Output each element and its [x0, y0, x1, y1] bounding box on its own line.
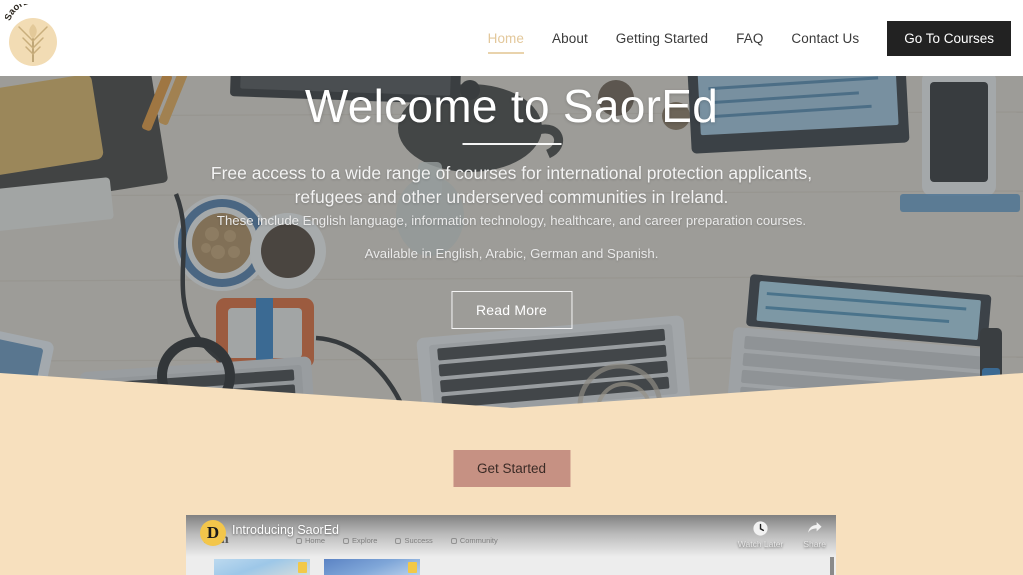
community-icon: [450, 537, 457, 544]
video-player-embed[interactable]: iron Home Explore Success Community: [186, 515, 836, 575]
bg-nav-explore: Explore: [343, 536, 377, 545]
watch-later-button[interactable]: Watch Later: [737, 520, 784, 549]
video-scrollbar[interactable]: [830, 557, 834, 575]
share-button[interactable]: Share: [803, 520, 826, 549]
hero-title: Welcome to SaorEd: [304, 80, 719, 132]
share-label: Share: [803, 539, 826, 549]
bg-nav-community: Community: [450, 536, 498, 545]
read-more-button[interactable]: Read More: [450, 291, 573, 329]
background-page-nav: Home Explore Success Community: [296, 536, 498, 545]
site-logo[interactable]: SaorEd: [5, 4, 57, 72]
hero-content: Welcome to SaorEd Free access to a wide …: [0, 76, 1023, 410]
explore-icon: [343, 537, 350, 544]
hero-section: Welcome to SaorEd Free access to a wide …: [0, 76, 1023, 410]
badge-icon: [298, 562, 307, 573]
channel-avatar[interactable]: D: [200, 520, 226, 546]
share-arrow-icon: [808, 522, 822, 533]
hero-divider: [462, 143, 561, 145]
main-navigation: Home About Getting Started FAQ Contact U…: [474, 0, 1011, 76]
go-to-courses-button[interactable]: Go To Courses: [887, 20, 1011, 56]
logo-circle: [9, 18, 57, 66]
video-actions: Watch Later Share: [738, 520, 826, 549]
watch-later-label: Watch Later: [737, 539, 784, 549]
hero-subtext-courses: These include English language, informat…: [216, 213, 807, 228]
thumbnail-item: [324, 559, 420, 575]
nav-item-faq[interactable]: FAQ: [722, 25, 777, 52]
thumbnail-item: [214, 559, 310, 575]
home-icon: [296, 537, 302, 544]
background-page-thumbnails: [214, 559, 420, 575]
site-header: SaorEd Home About Getting Started FAQ Co…: [0, 0, 1023, 76]
page-root: SaorEd Home About Getting Started FAQ Co…: [0, 0, 1023, 575]
hero-lead-text: Free access to a wide range of courses f…: [210, 163, 813, 208]
get-started-button[interactable]: Get Started: [452, 450, 571, 487]
nav-item-contact-us[interactable]: Contact Us: [777, 25, 873, 52]
bg-nav-home: Home: [296, 536, 325, 545]
video-title[interactable]: Introducing SaorEd: [232, 523, 339, 537]
tree-icon: [18, 24, 48, 62]
nav-item-home[interactable]: Home: [474, 25, 538, 54]
bg-nav-success: Success: [395, 536, 433, 545]
star-icon: [395, 537, 402, 544]
nav-item-getting-started[interactable]: Getting Started: [602, 25, 722, 52]
hero-subtext-languages: Available in English, Arabic, German and…: [364, 246, 659, 261]
clock-icon: [753, 521, 768, 536]
nav-item-about[interactable]: About: [538, 25, 602, 52]
badge-icon: [408, 562, 417, 573]
